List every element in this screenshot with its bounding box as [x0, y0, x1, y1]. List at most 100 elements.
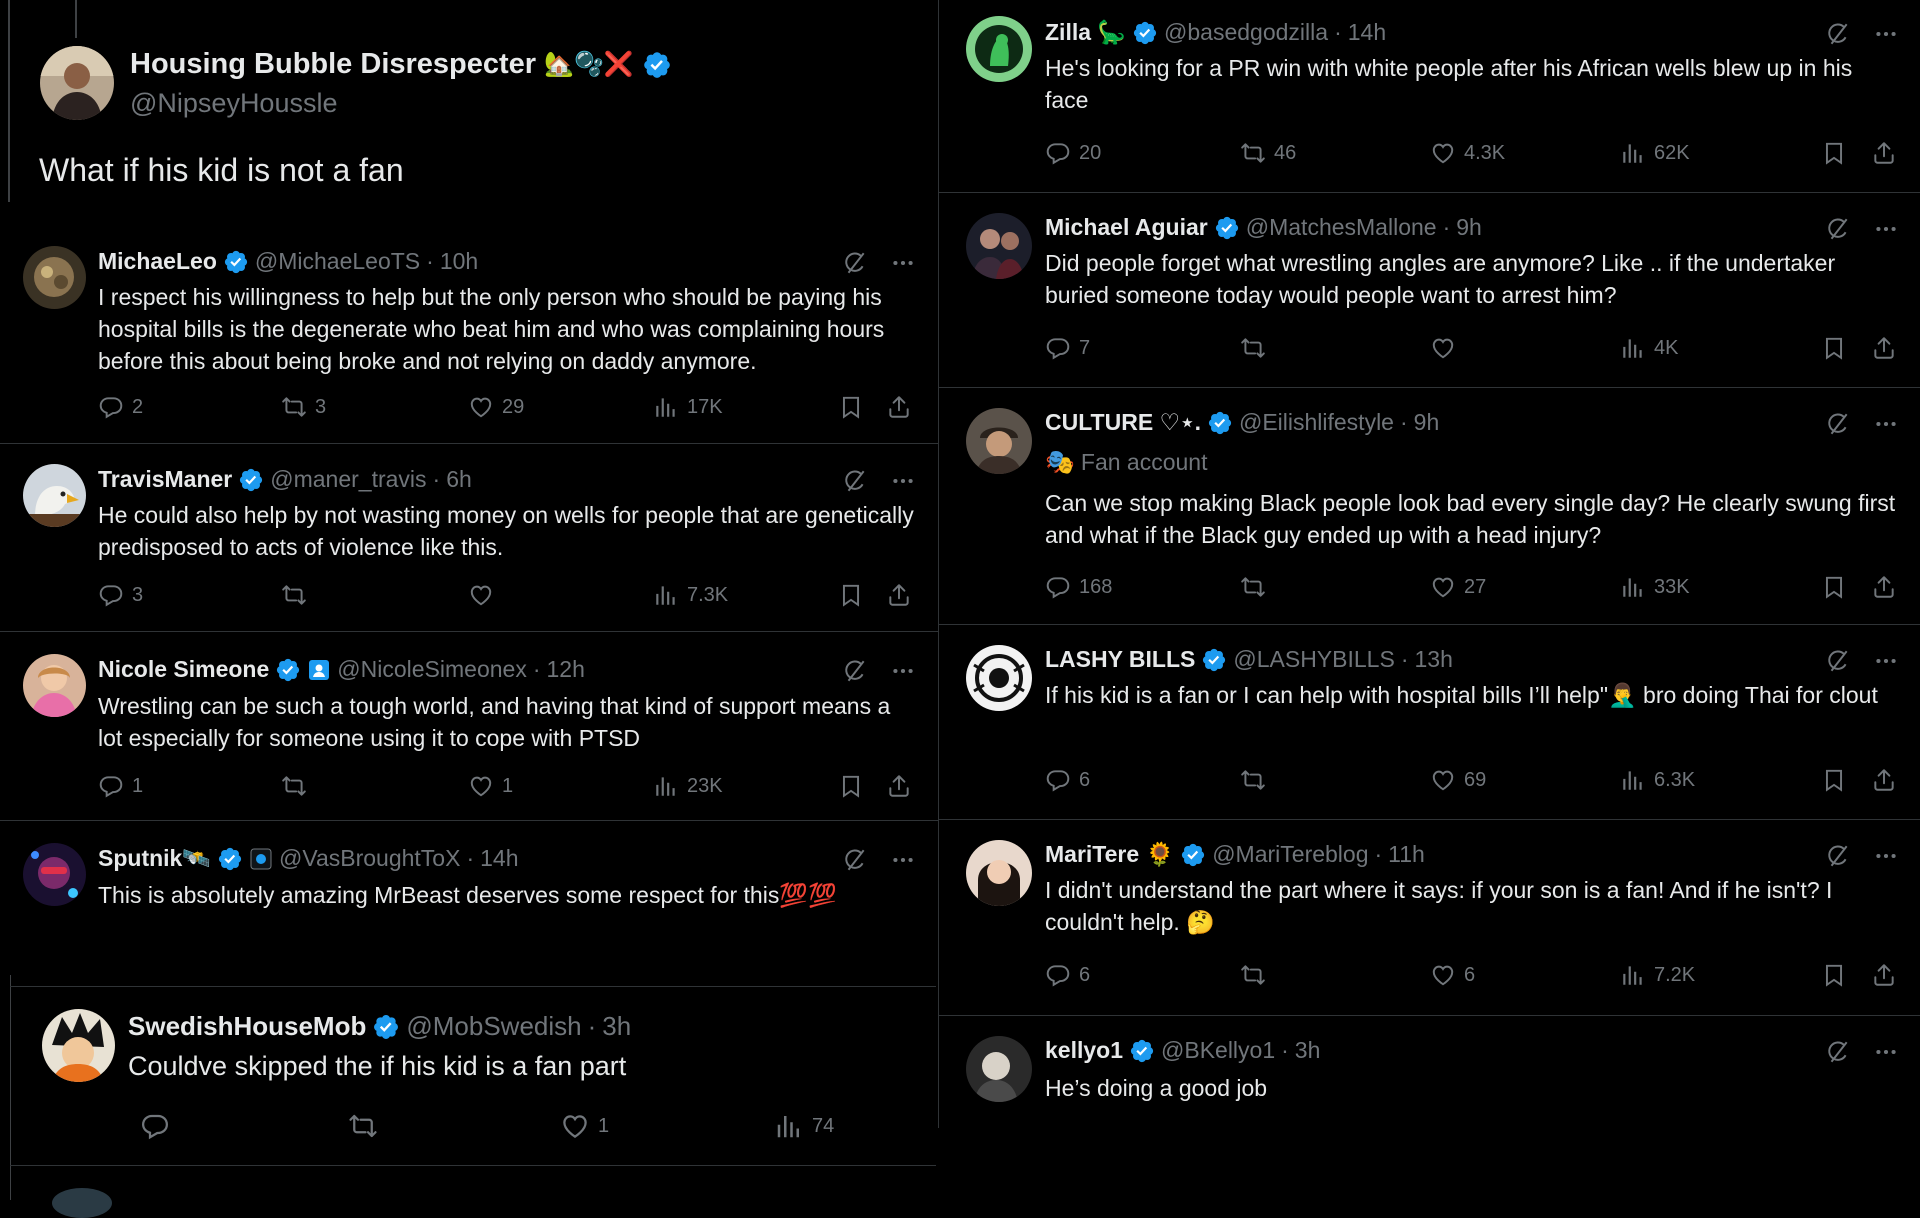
author-handle[interactable]: @NipseyHoussle: [130, 88, 337, 119]
like-button[interactable]: [468, 582, 502, 608]
more-icon[interactable]: [1873, 411, 1899, 437]
author-handle[interactable]: @BKellyo1: [1161, 1037, 1275, 1064]
author-handle[interactable]: @maner_travis: [270, 466, 426, 493]
share-button[interactable]: [886, 582, 912, 608]
grok-icon[interactable]: [842, 847, 868, 873]
repost-button[interactable]: 46: [1240, 140, 1296, 166]
reply-button[interactable]: 6: [1045, 767, 1090, 793]
avatar[interactable]: [23, 464, 86, 527]
views-button[interactable]: 7.3K: [653, 582, 728, 608]
views-button[interactable]: 17K: [653, 394, 723, 420]
reply-tweet[interactable]: kellyo1 @BKellyo1 · 3h He’s doing a good…: [939, 1016, 1920, 1128]
timestamp[interactable]: 11h: [1388, 841, 1425, 868]
more-icon[interactable]: [1873, 648, 1899, 674]
reply-button[interactable]: 20: [1045, 140, 1101, 166]
repost-button[interactable]: [1240, 962, 1274, 988]
grok-icon[interactable]: [1825, 843, 1851, 869]
views-button[interactable]: 23K: [653, 773, 723, 799]
avatar[interactable]: [42, 1009, 115, 1082]
author-name[interactable]: CULTURE ♡⋆.: [1045, 409, 1201, 436]
author-name[interactable]: SwedishHouseMob: [128, 1011, 366, 1042]
author-handle[interactable]: @MichaeLeoTS: [255, 248, 420, 275]
share-button[interactable]: [1871, 140, 1897, 166]
reply-tweet[interactable]: TravisManer @maner_travis · 6h He could …: [0, 444, 938, 632]
reply-button[interactable]: 7: [1045, 335, 1090, 361]
avatar[interactable]: [966, 1036, 1032, 1102]
grok-icon[interactable]: [1825, 216, 1851, 242]
views-button[interactable]: 62K: [1620, 140, 1690, 166]
avatar[interactable]: [966, 408, 1032, 474]
views-button[interactable]: 7.2K: [1620, 962, 1695, 988]
bookmark-button[interactable]: [1821, 335, 1847, 361]
share-button[interactable]: [1871, 767, 1897, 793]
like-button[interactable]: [1430, 335, 1464, 361]
repost-button[interactable]: [281, 582, 315, 608]
author-name[interactable]: Housing Bubble Disrespecter: [130, 48, 536, 81]
avatar[interactable]: [966, 16, 1032, 82]
like-button[interactable]: 4.3K: [1430, 140, 1505, 166]
bookmark-button[interactable]: [1821, 767, 1847, 793]
reply-tweet[interactable]: Michael Aguiar @MatchesMallone · 9h Did …: [939, 193, 1920, 388]
repost-button[interactable]: [1240, 767, 1274, 793]
more-icon[interactable]: [1873, 1039, 1899, 1065]
author-name[interactable]: MariTere 🌻: [1045, 841, 1174, 868]
like-button[interactable]: 1: [468, 773, 513, 799]
like-button[interactable]: 27: [1430, 574, 1486, 600]
timestamp[interactable]: 12h: [547, 656, 585, 683]
grok-icon[interactable]: [842, 468, 868, 494]
reply-button[interactable]: 1: [98, 773, 143, 799]
views-button[interactable]: 74: [774, 1111, 834, 1141]
bookmark-button[interactable]: [838, 394, 864, 420]
reply-tweet[interactable]: LASHY BILLS @LASHYBILLS · 13h If his kid…: [939, 625, 1920, 820]
grok-icon[interactable]: [842, 250, 868, 276]
reply-tweet[interactable]: SwedishHouseMob @MobSwedish · 3h Couldve…: [10, 987, 936, 1166]
author-name[interactable]: Nicole Simeone: [98, 656, 269, 683]
share-button[interactable]: [886, 394, 912, 420]
repost-button[interactable]: [281, 773, 315, 799]
repost-button[interactable]: [1240, 574, 1274, 600]
like-button[interactable]: 69: [1430, 767, 1486, 793]
like-button[interactable]: 6: [1430, 962, 1475, 988]
like-button[interactable]: 1: [560, 1111, 609, 1141]
timestamp[interactable]: 13h: [1414, 646, 1452, 673]
bookmark-button[interactable]: [838, 773, 864, 799]
more-icon[interactable]: [1873, 21, 1899, 47]
reply-tweet[interactable]: CULTURE ♡⋆. @Eilishlifestyle · 9h 🎭 Fan …: [939, 388, 1920, 625]
grok-icon[interactable]: [842, 658, 868, 684]
reply-button[interactable]: 168: [1045, 574, 1112, 600]
reply-button[interactable]: [140, 1111, 178, 1141]
bookmark-button[interactable]: [1821, 962, 1847, 988]
timestamp[interactable]: 14h: [1348, 19, 1386, 46]
author-handle[interactable]: @basedgodzilla: [1164, 19, 1328, 46]
timestamp[interactable]: 6h: [446, 466, 472, 493]
reply-tweet[interactable]: MichaeLeo @MichaeLeoTS · 10h I respect h…: [0, 238, 938, 444]
more-icon[interactable]: [1873, 216, 1899, 242]
more-icon[interactable]: [890, 250, 916, 276]
author-name[interactable]: Zilla 🦕: [1045, 19, 1126, 46]
more-icon[interactable]: [890, 468, 916, 494]
views-button[interactable]: 33K: [1620, 574, 1690, 600]
author-handle[interactable]: @NicoleSimeonex: [337, 656, 527, 683]
more-icon[interactable]: [890, 847, 916, 873]
author-name[interactable]: Sputnik🛰️: [98, 845, 211, 872]
timestamp[interactable]: 14h: [480, 845, 518, 872]
grok-icon[interactable]: [1825, 648, 1851, 674]
reply-tweet[interactable]: Zilla 🦕 @basedgodzilla · 14h He's lookin…: [939, 0, 1920, 193]
reply-tweet[interactable]: Nicole Simeone @NicoleSimeonex · 12h Wre…: [0, 632, 938, 821]
more-icon[interactable]: [890, 658, 916, 684]
main-tweet[interactable]: Housing Bubble Disrespecter 🏡🫧❌ @NipseyH…: [0, 0, 938, 208]
timestamp[interactable]: 9h: [1456, 214, 1482, 241]
avatar[interactable]: [966, 645, 1032, 711]
avatar[interactable]: [52, 1188, 112, 1218]
author-name[interactable]: kellyo1: [1045, 1037, 1123, 1064]
timestamp[interactable]: 3h: [1295, 1037, 1321, 1064]
share-button[interactable]: [1871, 962, 1897, 988]
like-button[interactable]: 29: [468, 394, 524, 420]
more-icon[interactable]: [1873, 843, 1899, 869]
bookmark-button[interactable]: [1821, 574, 1847, 600]
share-button[interactable]: [1871, 335, 1897, 361]
timestamp[interactable]: 9h: [1414, 409, 1440, 436]
reply-tweet[interactable]: Sputnik🛰️ @VasBroughtToX · 14h This is a…: [0, 821, 938, 986]
avatar[interactable]: [23, 843, 86, 906]
avatar[interactable]: [966, 213, 1032, 279]
